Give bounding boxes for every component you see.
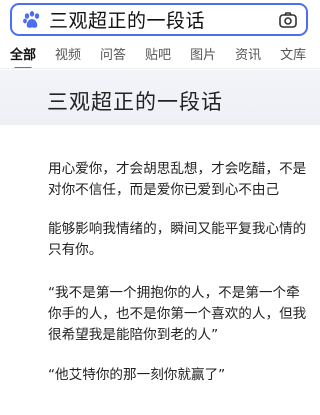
article-body: 用心爱你，才会胡思乱想，才会吃醋，不是对你不信任，而是爱你已爱到心不由己 能够影… (0, 125, 320, 415)
article-paragraph: 能够影响我情绪的，瞬间又能平复我心情的只有你。 (48, 221, 307, 258)
tab-all[interactable]: 全部 (10, 44, 36, 68)
article-paragraph: “我不是第一个拥抱你的人，不是第一个牵你手的人，也不是你第一个喜欢的人，但我很希… (48, 285, 307, 343)
tab-images[interactable]: 图片 (190, 44, 216, 63)
article-paragraph: 用心爱你，才会胡思乱想，才会吃醋，不是对你不信任，而是爱你已爱到心不由己 (48, 161, 307, 198)
article-paragraph: “他艾特你的那一刻你就赢了” (48, 367, 226, 383)
camera-icon[interactable] (277, 9, 299, 31)
tab-tieba[interactable]: 贴吧 (145, 44, 171, 63)
tab-video[interactable]: 视频 (55, 44, 81, 63)
article-header: 三观超正的一段话 (0, 70, 320, 125)
tab-news[interactable]: 资讯 (235, 44, 261, 63)
article-title: 三观超正的一段话 (47, 90, 223, 114)
search-input[interactable]: 三观超正的一段话 (49, 6, 277, 33)
search-bar[interactable]: 三观超正的一段话 (10, 3, 308, 36)
tab-qa[interactable]: 问答 (100, 44, 126, 63)
tab-wenku[interactable]: 文库 (280, 44, 306, 63)
search-tabs: 全部 视频 问答 贴吧 图片 资讯 文库 (0, 38, 320, 69)
baidu-paw-icon[interactable] (21, 9, 43, 31)
